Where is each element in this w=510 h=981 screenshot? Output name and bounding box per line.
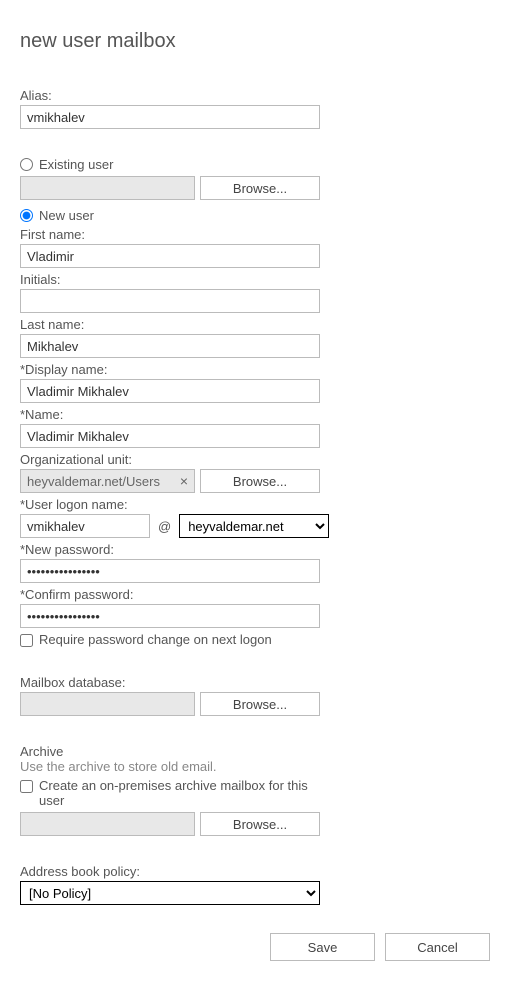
page-title: new user mailbox [20, 30, 490, 53]
last-name-label: Last name: [20, 317, 490, 332]
new-user-radio-label: New user [39, 208, 94, 223]
archive-location-input [20, 812, 195, 836]
create-archive-checkbox[interactable] [20, 780, 33, 793]
alias-label: Alias: [20, 88, 490, 103]
abp-select[interactable]: [No Policy] [20, 881, 320, 905]
confirm-password-input[interactable] [20, 604, 320, 628]
name-input[interactable] [20, 424, 320, 448]
name-label: *Name: [20, 407, 490, 422]
org-unit-input [20, 469, 195, 493]
archive-help-text: Use the archive to store old email. [20, 759, 490, 774]
archive-section-title: Archive [20, 744, 490, 759]
user-logon-input[interactable] [20, 514, 150, 538]
require-password-change-checkbox[interactable] [20, 634, 33, 647]
display-name-label: *Display name: [20, 362, 490, 377]
display-name-input[interactable] [20, 379, 320, 403]
existing-user-radio[interactable] [20, 158, 33, 171]
clear-icon[interactable]: × [177, 474, 191, 488]
domain-select[interactable]: heyvaldemar.net [179, 514, 329, 538]
org-unit-label: Organizational unit: [20, 452, 490, 467]
org-unit-browse-button[interactable]: Browse... [200, 469, 320, 493]
existing-user-input [20, 176, 195, 200]
new-password-label: *New password: [20, 542, 490, 557]
new-user-radio[interactable] [20, 209, 33, 222]
create-archive-label: Create an on-premises archive mailbox fo… [39, 778, 309, 808]
confirm-password-label: *Confirm password: [20, 587, 490, 602]
first-name-input[interactable] [20, 244, 320, 268]
mailbox-database-browse-button[interactable]: Browse... [200, 692, 320, 716]
mailbox-database-label: Mailbox database: [20, 675, 490, 690]
new-password-input[interactable] [20, 559, 320, 583]
archive-browse-button[interactable]: Browse... [200, 812, 320, 836]
existing-user-radio-label: Existing user [39, 157, 113, 172]
initials-input[interactable] [20, 289, 320, 313]
first-name-label: First name: [20, 227, 490, 242]
require-password-change-label: Require password change on next logon [39, 632, 272, 647]
alias-input[interactable] [20, 105, 320, 129]
user-logon-label: *User logon name: [20, 497, 490, 512]
mailbox-database-input [20, 692, 195, 716]
initials-label: Initials: [20, 272, 490, 287]
abp-label: Address book policy: [20, 864, 490, 879]
at-symbol: @ [158, 519, 171, 534]
last-name-input[interactable] [20, 334, 320, 358]
existing-user-browse-button[interactable]: Browse... [200, 176, 320, 200]
